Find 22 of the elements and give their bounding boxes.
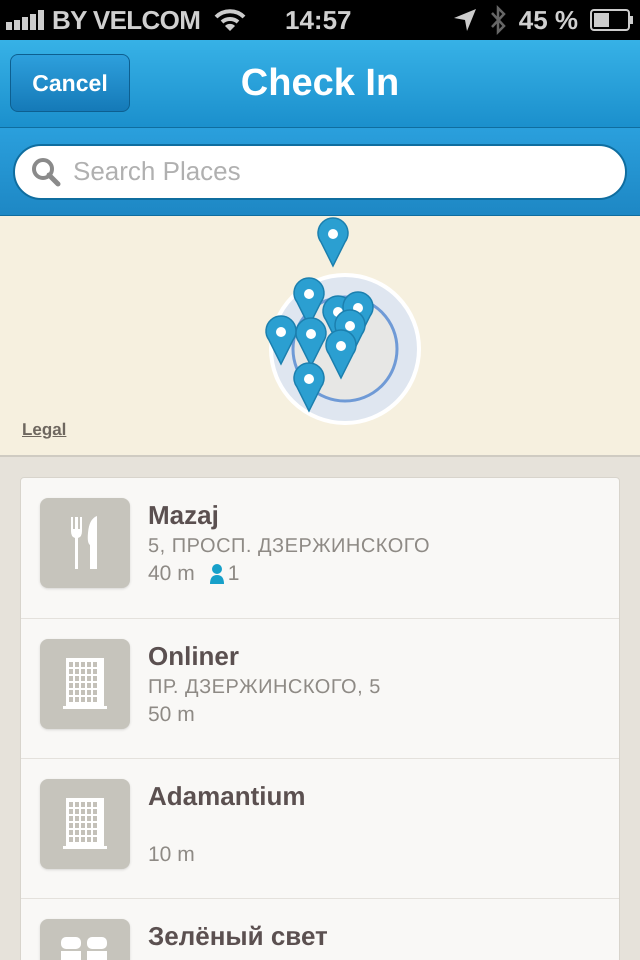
place-distance: 50 m <box>148 702 195 728</box>
cancel-button[interactable]: Cancel <box>10 54 130 112</box>
place-address: 5, ПРОСП. ДЗЕРЖИНСКОГО <box>148 534 430 559</box>
place-row[interactable]: Onliner ПР. ДЗЕРЖИНСКОГО, 5 50 m <box>21 618 619 758</box>
carrier-name: BY VELCOM <box>52 4 200 36</box>
screen-title: Check In <box>240 61 400 106</box>
place-name: Onliner <box>148 640 240 672</box>
place-row[interactable]: Adamantium 10 m <box>21 758 619 898</box>
place-distance: 40 m <box>148 561 195 587</box>
map-view[interactable]: Legal <box>0 216 640 457</box>
legal-link[interactable]: Legal <box>22 417 66 442</box>
place-name: Mazaj <box>148 499 220 531</box>
search-field[interactable]: Search Places <box>13 144 627 200</box>
place-name: Зелёный свет <box>148 920 328 952</box>
place-distance: 10 m <box>148 842 195 868</box>
clock-time: 14:57 <box>285 4 352 36</box>
place-row[interactable]: Mazaj 5, ПРОСП. ДЗЕРЖИНСКОГО 40 m 1 <box>21 478 619 618</box>
checkin-count: 1 <box>228 561 240 587</box>
place-name: Adamantium <box>148 780 306 812</box>
battery-percent: 45 % <box>518 4 578 36</box>
place-row[interactable]: Зелёный свет <box>21 898 619 960</box>
place-address: ПР. ДЗЕРЖИНСКОГО, 5 <box>148 675 381 700</box>
